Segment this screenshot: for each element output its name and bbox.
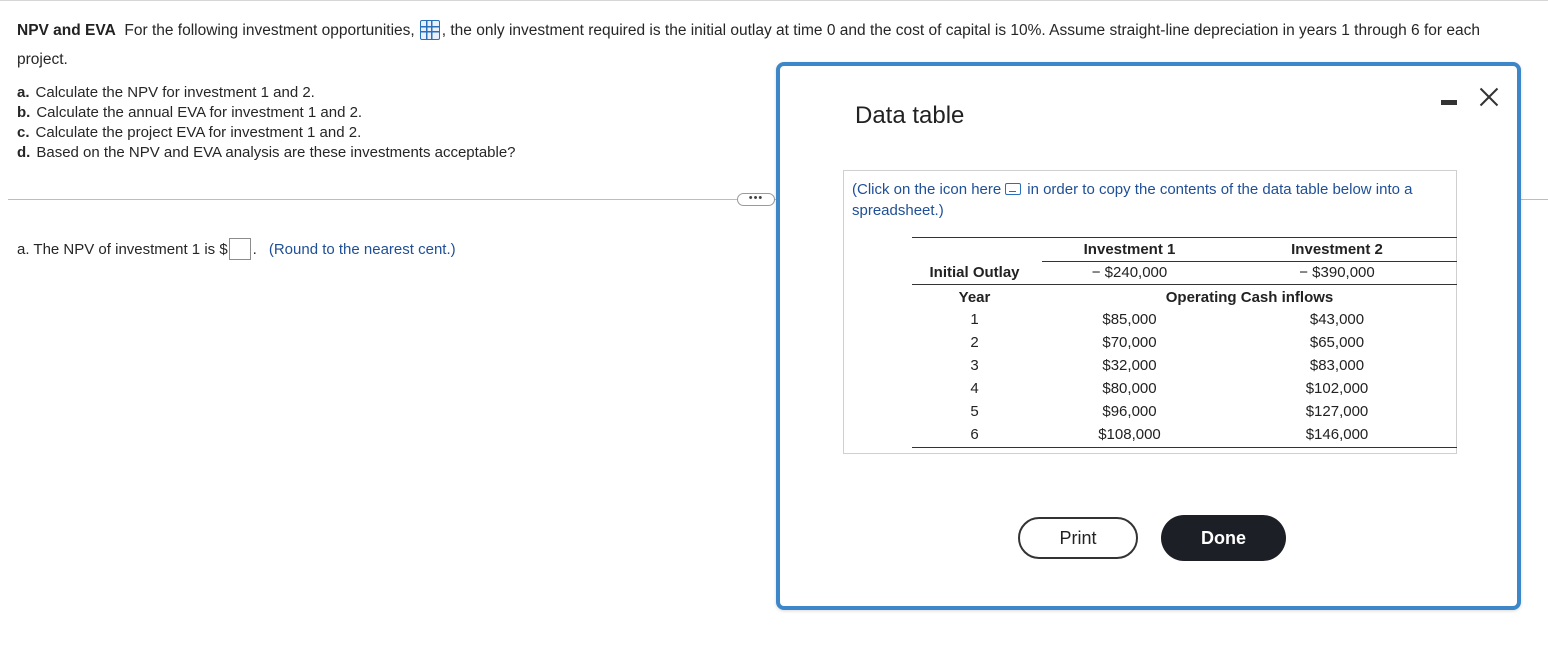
table-row-inv2: $65,000 [1309, 334, 1365, 351]
part-text: Calculate the annual EVA for investment … [36, 104, 363, 121]
part-b: b. Calculate the annual EVA for investmen… [17, 103, 516, 123]
done-button[interactable]: Done [1161, 515, 1286, 561]
part-text: Calculate the NPV for investment 1 and 2… [35, 84, 315, 101]
part-letter: c. [17, 124, 30, 141]
answer-prefix: a. The NPV of investment 1 is $ [17, 241, 228, 258]
table-row-year: 1 [970, 311, 979, 328]
initial-outlay-inv1: − $240,000 [1091, 264, 1168, 281]
table-row-inv2: $102,000 [1305, 380, 1369, 397]
part-letter: a. [17, 84, 30, 101]
table-row-year: 3 [970, 357, 979, 374]
table-rule [912, 237, 1457, 238]
table-row-inv1: $80,000 [1102, 380, 1157, 397]
operating-cash-inflows-label: Operating Cash inflows [1165, 289, 1334, 306]
table-rule [912, 447, 1457, 448]
copy-note-before: (Click on the icon here [852, 181, 1002, 198]
table-row-year: 4 [970, 380, 979, 397]
part-a: a. Calculate the NPV for investment 1 and… [17, 83, 516, 103]
table-row-inv1: $108,000 [1098, 426, 1161, 443]
answer-line: a. The NPV of investment 1 is $. (Round t… [17, 238, 456, 260]
question-text-before: For the following investment opportuniti… [124, 22, 415, 39]
part-c: c. Calculate the project EVA for investme… [17, 123, 516, 143]
table-row-inv2: $43,000 [1309, 311, 1365, 328]
modal-title: Data table [855, 102, 965, 129]
data-table-grid-icon[interactable] [419, 20, 440, 40]
minimize-icon[interactable] [1440, 90, 1458, 108]
table-rule [912, 284, 1457, 285]
copy-note: (Click on the icon here in order to copy … [852, 179, 1442, 221]
year-label: Year [958, 289, 991, 306]
part-text: Based on the NPV and EVA analysis are th… [36, 144, 516, 161]
answer-suffix: . [252, 241, 257, 258]
table-row-inv2: $83,000 [1309, 357, 1365, 374]
data-table-modal: Data table (Click on the icon here in ord… [776, 62, 1521, 610]
part-d: d. Based on the NPV and EVA analysis are … [17, 143, 516, 163]
close-icon[interactable] [1477, 84, 1501, 108]
table-row-year: 2 [970, 334, 979, 351]
table-row-year: 5 [970, 403, 979, 420]
table-row-inv2: $127,000 [1305, 403, 1369, 420]
part-letter: d. [17, 144, 31, 161]
print-button[interactable]: Print [1018, 517, 1138, 559]
table-row-inv1: $96,000 [1102, 403, 1157, 420]
initial-outlay-inv2: − $390,000 [1299, 264, 1375, 281]
npv-answer-input[interactable] [228, 238, 251, 260]
header-investment-1: Investment 1 [1083, 241, 1176, 258]
table-row-inv1: $32,000 [1102, 357, 1157, 374]
table-row-inv1: $70,000 [1102, 334, 1157, 351]
data-panel: (Click on the icon here in order to copy … [843, 170, 1457, 454]
question-parts: a. Calculate the NPV for investment 1 and… [17, 83, 516, 163]
table-row-inv2: $146,000 [1305, 426, 1369, 443]
table-row-year: 6 [970, 426, 979, 443]
top-rule [0, 0, 1548, 1]
expand-more-button[interactable]: ••• [737, 193, 775, 206]
question-title: NPV and EVA [17, 22, 116, 39]
initial-outlay-label: Initial Outlay [929, 264, 1020, 281]
header-investment-2: Investment 2 [1291, 241, 1383, 258]
copy-icon[interactable] [1005, 183, 1022, 195]
part-text: Calculate the project EVA for investment… [35, 124, 362, 141]
table-rule [1042, 261, 1457, 262]
part-letter: b. [17, 104, 31, 121]
table-row-inv1: $85,000 [1102, 311, 1157, 328]
rounding-hint: (Round to the nearest cent.) [268, 241, 456, 258]
